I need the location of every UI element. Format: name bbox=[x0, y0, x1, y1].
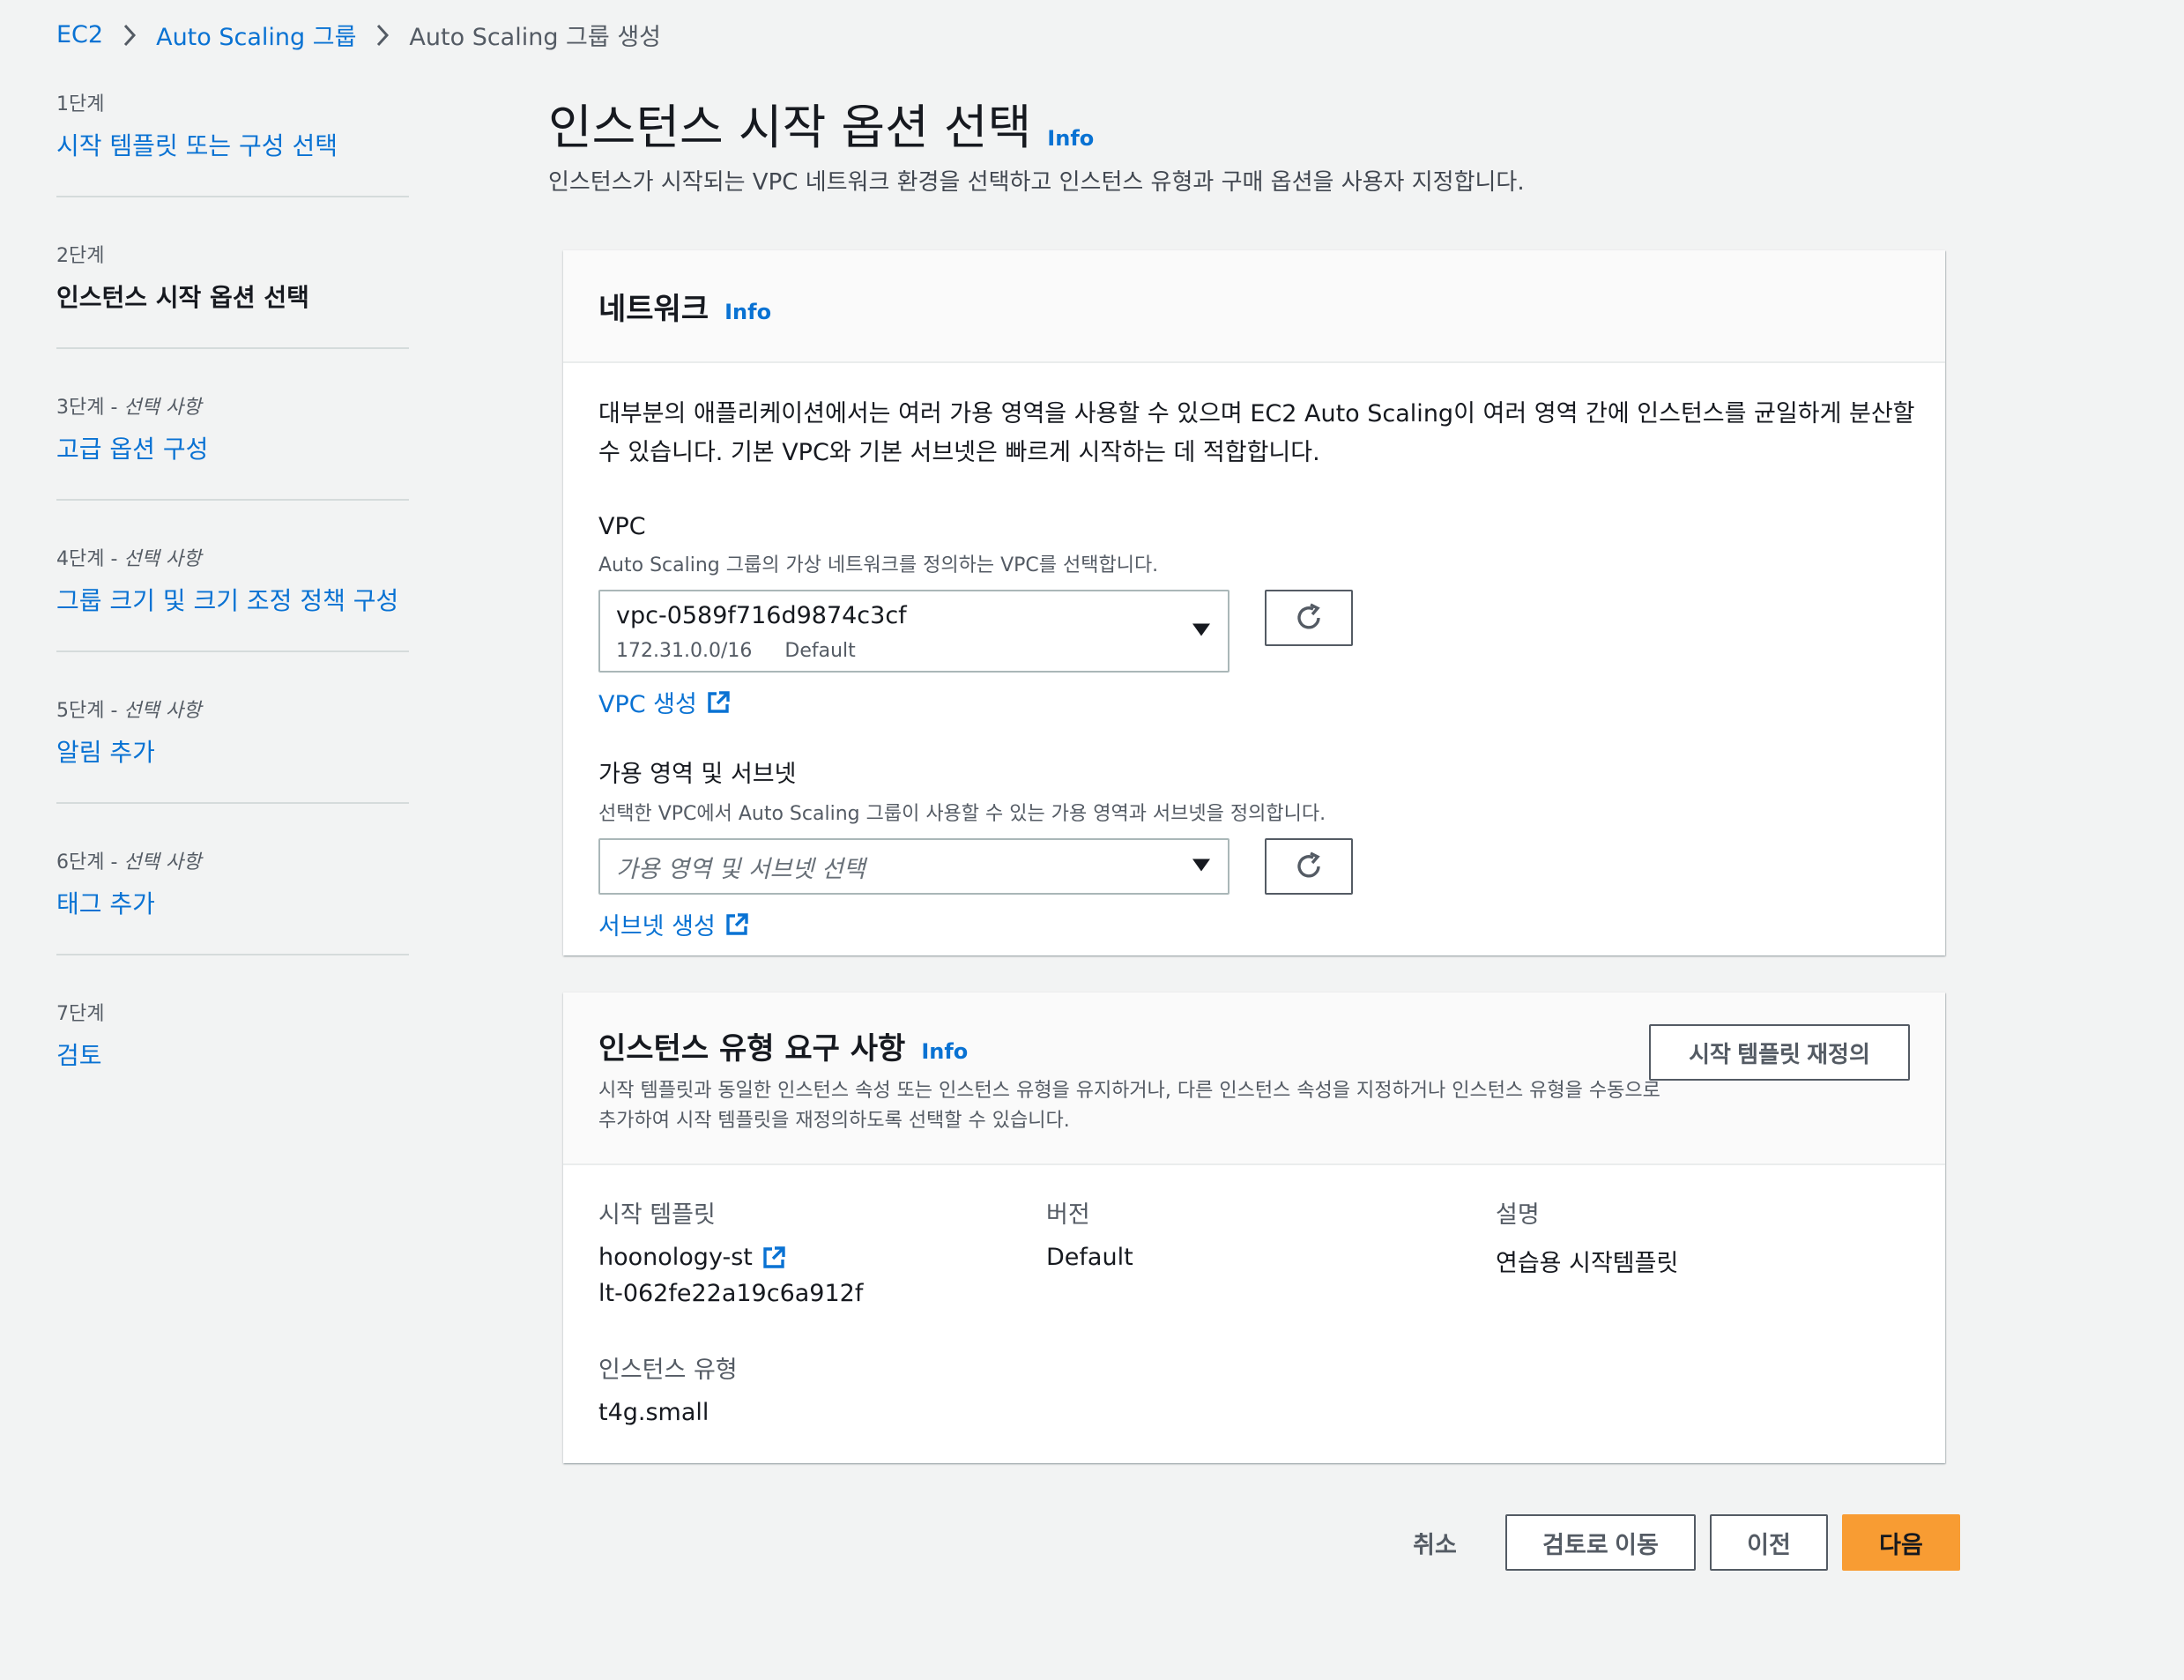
network-description: 대부분의 애플리케이션에서는 여러 가용 영역을 사용할 수 있으며 EC2 A… bbox=[598, 400, 1915, 466]
step-link-group-size[interactable]: 그룹 크기 및 크기 조정 정책 구성 bbox=[56, 586, 398, 615]
previous-button[interactable]: 이전 bbox=[1710, 1514, 1828, 1571]
override-launch-template-button[interactable]: 시작 템플릿 재정의 bbox=[1649, 1024, 1910, 1081]
version-value: Default bbox=[1046, 1244, 1133, 1271]
step-number: 6단계 - bbox=[56, 851, 124, 873]
external-link-icon bbox=[726, 912, 748, 935]
vpc-label: VPC bbox=[598, 513, 646, 540]
network-panel: 네트워크 Info 대부분의 애플리케이션에서는 여러 가용 영역을 사용할 수… bbox=[563, 250, 1945, 955]
step-6: 6단계 - 선택 사항 태그 추가 bbox=[56, 846, 409, 955]
instance-type-value: t4g.small bbox=[598, 1399, 709, 1426]
refresh-icon bbox=[1297, 603, 1320, 629]
description-value: 연습용 시작템플릿 bbox=[1496, 1250, 1679, 1277]
vpc-row: vpc-0589f716d9874c3cf 172.31.0.0/16 Defa… bbox=[598, 590, 1910, 673]
step-number: 4단계 - bbox=[56, 548, 124, 570]
description-field: 설명 연습용 시작템플릿 bbox=[1496, 1195, 1678, 1278]
launch-template-field: 시작 템플릿 hoonology-st lt-062fe22a19c6a912f bbox=[598, 1195, 863, 1307]
page-title: 인스턴스 시작 옵션 선택 Info bbox=[548, 88, 1094, 158]
network-title-text: 네트워크 bbox=[598, 291, 709, 327]
caret-down-icon bbox=[1192, 623, 1210, 640]
cancel-button[interactable]: 취소 bbox=[1393, 1514, 1477, 1571]
caret-down-icon bbox=[1192, 859, 1210, 875]
chevron-right-icon bbox=[123, 23, 137, 48]
create-subnet-link[interactable]: 서브넷 생성 bbox=[598, 907, 1910, 941]
create-vpc-label: VPC 생성 bbox=[598, 691, 697, 718]
az-row: 가용 영역 및 서브넷 선택 bbox=[598, 838, 1910, 895]
launch-template-id: lt-062fe22a19c6a912f bbox=[598, 1280, 864, 1307]
step-7: 7단계 검토 bbox=[56, 998, 409, 1105]
step-label-current: 인스턴스 시작 옵션 선택 bbox=[56, 283, 309, 312]
step-optional: 선택 사항 bbox=[123, 548, 202, 570]
step-optional: 선택 사항 bbox=[123, 700, 202, 722]
step-optional: 선택 사항 bbox=[123, 397, 202, 419]
step-4: 4단계 - 선택 사항 그룹 크기 및 크기 조정 정책 구성 bbox=[56, 543, 409, 652]
step-link-tags[interactable]: 태그 추가 bbox=[56, 889, 155, 918]
step-5: 5단계 - 선택 사항 알림 추가 bbox=[56, 695, 409, 804]
vpc-refresh-button[interactable] bbox=[1265, 590, 1353, 646]
create-subnet-label: 서브넷 생성 bbox=[598, 913, 716, 940]
launch-template-label: 시작 템플릿 bbox=[598, 1201, 716, 1229]
step-2: 2단계 인스턴스 시작 옵션 선택 bbox=[56, 240, 409, 349]
wizard-steps-nav: 1단계 시작 템플릿 또는 구성 선택 2단계 인스턴스 시작 옵션 선택 3단… bbox=[56, 88, 409, 1148]
az-refresh-button[interactable] bbox=[1265, 838, 1353, 895]
vpc-selected-value: vpc-0589f716d9874c3cf bbox=[616, 602, 907, 629]
step-number: 1단계 bbox=[56, 93, 105, 115]
az-label: 가용 영역 및 서브넷 bbox=[598, 761, 797, 788]
external-link-icon bbox=[763, 1245, 785, 1268]
step-link-advanced-options[interactable]: 고급 옵션 구성 bbox=[56, 435, 208, 464]
az-subnet-select[interactable]: 가용 영역 및 서브넷 선택 bbox=[598, 838, 1229, 895]
step-link-review[interactable]: 검토 bbox=[56, 1041, 102, 1070]
az-description: 선택한 VPC에서 Auto Scaling 그룹이 사용할 수 있는 가용 영… bbox=[598, 803, 1326, 825]
vpc-select[interactable]: vpc-0589f716d9874c3cf 172.31.0.0/16 Defa… bbox=[598, 590, 1229, 673]
instance-req-header: 인스턴스 유형 요구 사항 Info 시작 템플릿과 동일한 인스턴스 속성 또… bbox=[563, 992, 1945, 1165]
next-button[interactable]: 다음 bbox=[1842, 1514, 1960, 1571]
version-field: 버전 Default bbox=[1046, 1195, 1133, 1271]
refresh-icon bbox=[1297, 851, 1320, 878]
step-number: 5단계 - bbox=[56, 700, 124, 722]
breadcrumb-current: Auto Scaling 그룹 생성 bbox=[409, 24, 661, 51]
instance-type-requirements-panel: 인스턴스 유형 요구 사항 Info 시작 템플릿과 동일한 인스턴스 속성 또… bbox=[563, 992, 1945, 1463]
network-info-link[interactable]: Info bbox=[724, 300, 771, 324]
create-vpc-link[interactable]: VPC 생성 bbox=[598, 685, 1910, 719]
skip-to-review-button[interactable]: 검토로 이동 bbox=[1505, 1514, 1696, 1571]
step-link-launch-template[interactable]: 시작 템플릿 또는 구성 선택 bbox=[56, 131, 338, 160]
instance-req-description: 시작 템플릿과 동일한 인스턴스 속성 또는 인스턴스 유형을 유지하거나, 다… bbox=[598, 1080, 1660, 1132]
instance-type-field: 인스턴스 유형 t4g.small bbox=[598, 1350, 738, 1426]
launch-template-link[interactable]: hoonology-st bbox=[598, 1244, 863, 1271]
page-info-link[interactable]: Info bbox=[1047, 126, 1094, 151]
step-1: 1단계 시작 템플릿 또는 구성 선택 bbox=[56, 88, 409, 197]
description-label: 설명 bbox=[1496, 1201, 1540, 1229]
vpc-description: Auto Scaling 그룹의 가상 네트워크를 정의하는 VPC를 선택합니… bbox=[598, 554, 1159, 576]
instance-type-label: 인스턴스 유형 bbox=[598, 1357, 738, 1384]
breadcrumb-auto-scaling-groups[interactable]: Auto Scaling 그룹 bbox=[156, 18, 356, 52]
az-subnet-placeholder: 가용 영역 및 서브넷 선택 bbox=[616, 855, 865, 883]
step-number: 2단계 bbox=[56, 245, 105, 267]
breadcrumb: EC2 Auto Scaling 그룹 Auto Scaling 그룹 생성 bbox=[56, 18, 661, 52]
instance-req-title-text: 인스턴스 유형 요구 사항 bbox=[598, 1031, 906, 1067]
network-title: 네트워크 Info bbox=[598, 285, 771, 328]
network-panel-header: 네트워크 Info bbox=[563, 250, 1945, 363]
instance-req-info-link[interactable]: Info bbox=[921, 1039, 968, 1064]
step-number: 7단계 bbox=[56, 1003, 105, 1025]
page-description: 인스턴스가 시작되는 VPC 네트워크 환경을 선택하고 인스턴스 유형과 구매… bbox=[548, 169, 1525, 196]
launch-template-name: hoonology-st bbox=[598, 1244, 753, 1271]
step-number: 3단계 - bbox=[56, 397, 124, 419]
network-panel-body: 대부분의 애플리케이션에서는 여러 가용 영역을 사용할 수 있으며 EC2 A… bbox=[563, 363, 1945, 973]
page-title-text: 인스턴스 시작 옵션 선택 bbox=[548, 100, 1032, 155]
chevron-right-icon bbox=[375, 23, 390, 48]
step-link-notifications[interactable]: 알림 추가 bbox=[56, 738, 155, 767]
step-optional: 선택 사항 bbox=[123, 851, 202, 873]
external-link-icon bbox=[708, 690, 730, 713]
step-3: 3단계 - 선택 사항 고급 옵션 구성 bbox=[56, 391, 409, 501]
vpc-default-tag: Default bbox=[784, 640, 856, 662]
version-label: 버전 bbox=[1046, 1201, 1090, 1229]
vpc-cidr: 172.31.0.0/16 bbox=[616, 640, 753, 662]
breadcrumb-ec2[interactable]: EC2 bbox=[56, 21, 103, 48]
